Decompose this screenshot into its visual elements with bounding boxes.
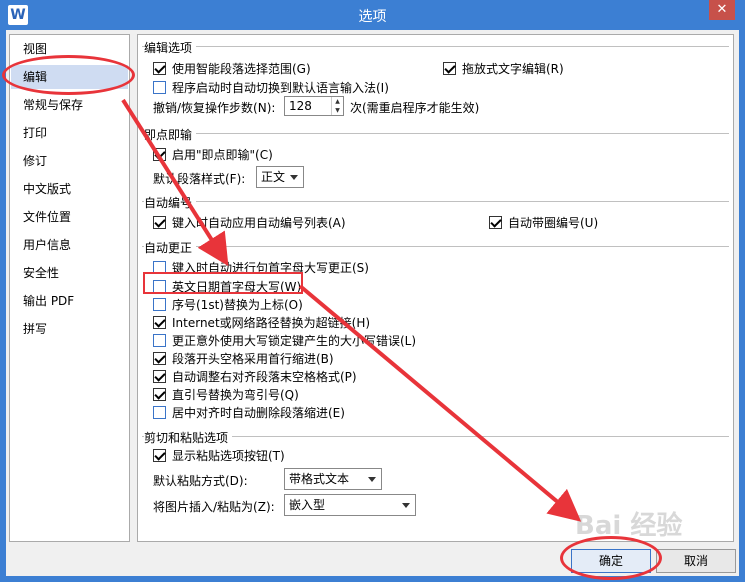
undo-steps-note: 次(需重启程序才能生效) xyxy=(350,101,480,115)
click-and-type-checkbox[interactable]: 启用"即点即输"(C) xyxy=(153,146,273,163)
section-divider xyxy=(142,133,729,134)
nav-item-revision[interactable]: 修订 xyxy=(11,149,128,173)
close-icon[interactable]: ✕ xyxy=(709,0,735,20)
checkbox-label: 段落开头空格采用首行缩进(B) xyxy=(172,352,334,366)
image-insert-label: 将图片插入/粘贴为(Z): xyxy=(153,500,275,514)
title-bar: W 选项 ✕ xyxy=(0,0,745,30)
auto-list-checkbox[interactable]: 键入时自动应用自动编号列表(A) xyxy=(153,214,346,231)
checkbox-label: 显示粘贴选项按钮(T) xyxy=(172,449,285,463)
section-divider xyxy=(142,246,729,247)
default-style-value: 正文 xyxy=(261,170,286,184)
section-divider xyxy=(142,46,729,47)
checkbox-box[interactable] xyxy=(153,216,166,229)
nav-item-print[interactable]: 打印 xyxy=(11,121,128,145)
checkbox-label: 自动调整右对齐段落末空格格式(P) xyxy=(172,370,357,384)
checkbox-box[interactable] xyxy=(153,81,166,94)
checkbox-box[interactable] xyxy=(153,388,166,401)
autocorrect-item[interactable]: 直引号替换为弯引号(Q) xyxy=(153,386,299,403)
autocorrect-item[interactable]: Internet或网络路径替换为超链接(H) xyxy=(153,314,370,331)
undo-steps-label: 撤销/恢复操作步数(N): xyxy=(153,101,276,115)
checkbox-box[interactable] xyxy=(153,334,166,347)
nav-item-spelling[interactable]: 拼写 xyxy=(11,317,128,341)
smart-paragraph-checkbox[interactable]: 使用智能段落选择范围(G) xyxy=(153,60,311,77)
checkbox-box[interactable] xyxy=(153,148,166,161)
annotation-circle-ok xyxy=(560,536,662,580)
default-style-label: 默认段落样式(F): xyxy=(153,172,246,186)
checkbox-label: 自动带圈编号(U) xyxy=(508,216,599,230)
checkbox-label: 启用"即点即输"(C) xyxy=(172,148,273,162)
show-paste-button-checkbox[interactable]: 显示粘贴选项按钮(T) xyxy=(153,447,285,464)
nav-item-file-location[interactable]: 文件位置 xyxy=(11,205,128,229)
drag-drop-checkbox[interactable]: 拖放式文字编辑(R) xyxy=(443,60,564,77)
chevron-down-icon xyxy=(290,175,298,180)
section-title-autocorrect: 自动更正 xyxy=(144,239,197,256)
nav-item-export-pdf[interactable]: 输出 PDF xyxy=(11,289,128,313)
checkbox-box[interactable] xyxy=(489,216,502,229)
autocorrect-item[interactable]: 自动调整右对齐段落末空格格式(P) xyxy=(153,368,357,385)
checkbox-box[interactable] xyxy=(153,298,166,311)
nav-item-general-save[interactable]: 常规与保存 xyxy=(11,93,128,117)
undo-steps-input[interactable]: 128 ▲ ▼ xyxy=(284,96,344,116)
annotation-rect-english-date xyxy=(143,272,303,294)
autocorrect-item[interactable]: 更正意外使用大写锁定键产生的大小写错误(L) xyxy=(153,332,416,349)
default-paste-select[interactable]: 带格式文本 xyxy=(284,468,382,490)
auto-ime-checkbox[interactable]: 程序启动时自动切换到默认语言输入法(I) xyxy=(153,79,389,96)
autocorrect-item[interactable]: 段落开头空格采用首行缩进(B) xyxy=(153,350,334,367)
checkbox-label: 使用智能段落选择范围(G) xyxy=(172,62,311,76)
checkbox-label: 程序启动时自动切换到默认语言输入法(I) xyxy=(172,81,389,95)
cancel-button[interactable]: 取消 xyxy=(656,549,736,573)
checkbox-label: Internet或网络路径替换为超链接(H) xyxy=(172,316,371,330)
options-nav: 视图 编辑 常规与保存 打印 修订 中文版式 文件位置 用户信息 安全性 输出 … xyxy=(9,34,130,542)
checkbox-box[interactable] xyxy=(153,370,166,383)
default-paste-label: 默认粘贴方式(D): xyxy=(153,474,248,488)
nav-item-security[interactable]: 安全性 xyxy=(11,261,128,285)
chevron-down-icon xyxy=(402,503,410,508)
checkbox-box[interactable] xyxy=(153,352,166,365)
autocorrect-item[interactable]: 序号(1st)替换为上标(O) xyxy=(153,296,303,313)
checkbox-box[interactable] xyxy=(153,449,166,462)
image-insert-select[interactable]: 嵌入型 xyxy=(284,494,416,516)
checkbox-label: 直引号替换为弯引号(Q) xyxy=(172,388,299,402)
section-title-paste: 剪切和粘贴选项 xyxy=(144,429,233,446)
undo-steps-value: 128 xyxy=(289,99,312,113)
default-style-select[interactable]: 正文 xyxy=(256,166,304,188)
image-insert-value: 嵌入型 xyxy=(289,498,326,512)
nav-item-chinese-layout[interactable]: 中文版式 xyxy=(11,177,128,201)
annotation-circle-edit xyxy=(2,55,135,95)
section-title-autonum: 自动编号 xyxy=(144,194,197,211)
auto-circle-checkbox[interactable]: 自动带圈编号(U) xyxy=(489,214,598,231)
default-paste-value: 带格式文本 xyxy=(289,472,350,486)
checkbox-box[interactable] xyxy=(153,62,166,75)
checkbox-box[interactable] xyxy=(443,62,456,75)
section-title-edit: 编辑选项 xyxy=(144,39,197,56)
checkbox-label: 序号(1st)替换为上标(O) xyxy=(172,298,303,312)
chevron-down-icon xyxy=(368,477,376,482)
checkbox-box[interactable] xyxy=(153,316,166,329)
nav-item-user-info[interactable]: 用户信息 xyxy=(11,233,128,257)
checkbox-box[interactable] xyxy=(153,406,166,419)
section-divider xyxy=(142,201,729,202)
section-title-click-type: 即点即输 xyxy=(144,126,197,143)
spinner-arrows-icon[interactable]: ▲ ▼ xyxy=(331,97,343,115)
checkbox-label: 更正意外使用大写锁定键产生的大小写错误(L) xyxy=(172,334,417,348)
checkbox-label: 居中对齐时自动删除段落缩进(E) xyxy=(172,406,345,420)
checkbox-label: 拖放式文字编辑(R) xyxy=(462,62,564,76)
autocorrect-item[interactable]: 居中对齐时自动删除段落缩进(E) xyxy=(153,404,345,421)
window-title: 选项 xyxy=(358,9,387,25)
checkbox-label: 键入时自动应用自动编号列表(A) xyxy=(172,216,346,230)
